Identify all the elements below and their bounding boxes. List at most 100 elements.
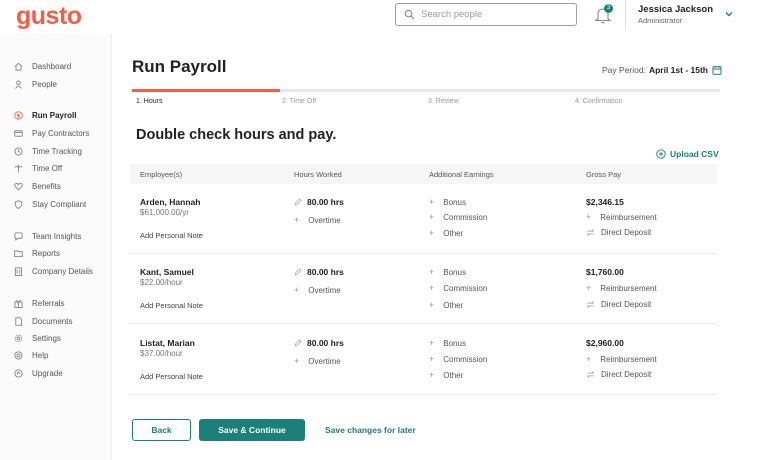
sidebar-item-reports[interactable]: Reports: [14, 246, 60, 260]
upload-csv-button[interactable]: Upload CSV: [656, 149, 719, 159]
sidebar-item-settings[interactable]: Settings: [14, 331, 61, 345]
sidebar-item-label: Dashboard: [32, 61, 72, 71]
heart-icon: [14, 182, 23, 191]
add-reimbursement[interactable]: + Reimbursement: [586, 354, 657, 364]
sidebar-item-upgrade[interactable]: Upgrade: [14, 366, 63, 380]
add-overtime-label: Overtime: [308, 285, 341, 295]
sidebar: Dashboard People $ Run Payroll Pay Contr…: [0, 34, 112, 460]
folder-icon: [14, 249, 23, 257]
chevron-down-icon[interactable]: [724, 9, 734, 19]
add-overtime[interactable]: + Overtime: [294, 285, 341, 295]
sidebar-item-time-off[interactable]: Time Off: [14, 161, 62, 175]
add-bonus[interactable]: + Bonus: [429, 338, 466, 348]
user-role: Administrator: [638, 16, 683, 25]
pay-period-value: April 1st - 15th: [648, 65, 708, 75]
step-progress-time-off: [280, 89, 426, 92]
add-reimbursement-label: Reimbursement: [600, 212, 657, 222]
payment-method[interactable]: Direct Deposit: [586, 370, 651, 379]
sidebar-item-dashboard[interactable]: Dashboard: [14, 59, 71, 73]
gusto-logo[interactable]: gusto: [16, 2, 82, 31]
add-personal-note-link[interactable]: Add Personal Note: [140, 301, 203, 310]
sidebar-item-label: Pay Contractors: [32, 128, 90, 138]
plus-icon: +: [294, 285, 300, 295]
back-button[interactable]: Back: [132, 419, 191, 441]
sidebar-item-time-tracking[interactable]: Time Tracking: [14, 144, 82, 158]
save-continue-button[interactable]: Save & Continue: [199, 419, 305, 441]
add-other[interactable]: + Other: [429, 370, 463, 380]
add-reimbursement[interactable]: + Reimbursement: [586, 283, 657, 293]
calendar-icon[interactable]: [712, 65, 722, 75]
plus-icon: +: [429, 283, 435, 293]
sidebar-item-label: Settings: [32, 333, 61, 343]
pencil-icon: [294, 268, 302, 276]
payment-method-label: Direct Deposit: [601, 300, 652, 309]
shield-icon: [14, 199, 23, 209]
user-name[interactable]: Jessica Jackson: [638, 4, 713, 15]
plus-icon: +: [586, 212, 592, 222]
sidebar-item-referrals[interactable]: Referrals: [14, 296, 64, 310]
sidebar-item-label: Run Payroll: [32, 110, 77, 120]
sidebar-item-people[interactable]: People: [14, 77, 57, 91]
sidebar-item-company-details[interactable]: Company Details: [14, 264, 93, 278]
sidebar-item-pay-contractors[interactable]: Pay Contractors: [14, 126, 89, 140]
sidebar-item-stay-compliant[interactable]: Stay Compliant: [14, 197, 86, 211]
hours-worked-field[interactable]: 80.00 hrs: [294, 197, 344, 207]
sidebar-item-label: Referrals: [32, 298, 65, 308]
add-commission-label: Commission: [443, 354, 488, 364]
add-commission[interactable]: + Commission: [429, 283, 487, 293]
plus-icon: +: [429, 354, 435, 364]
pencil-icon: [294, 339, 302, 347]
sidebar-item-label: Time Tracking: [32, 146, 82, 156]
add-bonus-label: Bonus: [443, 197, 466, 207]
payment-method[interactable]: Direct Deposit: [586, 300, 651, 309]
add-commission[interactable]: + Commission: [429, 212, 487, 222]
save-for-later-link[interactable]: Save changes for later: [325, 425, 416, 435]
plus-icon: +: [429, 197, 435, 207]
swap-icon: [587, 301, 594, 308]
add-other-label: Other: [443, 228, 464, 238]
hours-worked-field[interactable]: 80.00 hrs: [294, 267, 344, 277]
sidebar-item-label: Help: [32, 350, 49, 360]
sidebar-item-benefits[interactable]: Benefits: [14, 179, 61, 193]
add-personal-note-link[interactable]: Add Personal Note: [140, 231, 203, 240]
add-commission[interactable]: + Commission: [429, 354, 487, 364]
top-bar: gusto 3 Jessica Jackson Administrator: [0, 0, 780, 34]
hours-value: 80.00 hrs: [307, 338, 344, 348]
pay-period-label: Pay Period:: [602, 65, 646, 75]
step-hours[interactable]: 1. Hours: [136, 98, 162, 105]
add-commission-label: Commission: [443, 212, 488, 222]
add-other[interactable]: + Other: [429, 300, 463, 310]
home-icon: [14, 62, 23, 71]
search-input[interactable]: [421, 9, 571, 20]
step-time-off[interactable]: 2. Time Off: [282, 98, 316, 105]
plus-icon: +: [429, 370, 435, 380]
search-box[interactable]: [395, 3, 577, 26]
table-header: Employee(s) Hours Worked Additional Earn…: [130, 164, 717, 184]
sidebar-item-documents[interactable]: Documents: [14, 314, 72, 328]
palm-icon: [14, 163, 23, 173]
add-reimbursement[interactable]: + Reimbursement: [586, 212, 657, 222]
table-row: Listat, Marian $37.00/hour Add Personal …: [130, 325, 717, 395]
add-bonus[interactable]: + Bonus: [429, 197, 466, 207]
plus-icon: +: [586, 354, 592, 364]
step-confirmation[interactable]: 4. Confirmation: [575, 98, 622, 105]
sidebar-item-run-payroll[interactable]: $ Run Payroll: [14, 108, 76, 122]
hours-worked-field[interactable]: 80.00 hrs: [294, 338, 344, 348]
add-overtime[interactable]: + Overtime: [294, 356, 341, 366]
add-overtime[interactable]: + Overtime: [294, 215, 341, 225]
pay-period[interactable]: Pay Period: April 1st - 15th: [602, 65, 722, 75]
payment-method[interactable]: Direct Deposit: [586, 228, 651, 237]
notification-badge: 3: [604, 4, 613, 13]
sidebar-item-team-insights[interactable]: Team Insights: [14, 229, 81, 243]
add-personal-note-link[interactable]: Add Personal Note: [140, 372, 203, 381]
sidebar-item-help[interactable]: Help: [14, 348, 48, 362]
step-review[interactable]: 3. Review: [428, 98, 459, 105]
table-row: Arden, Hannah $61,000.00/yr Add Personal…: [130, 184, 717, 254]
plus-icon: +: [429, 300, 435, 310]
add-other[interactable]: + Other: [429, 228, 463, 238]
gift-icon: [14, 299, 23, 308]
upload-csv-label: Upload CSV: [670, 149, 719, 159]
add-bonus[interactable]: + Bonus: [429, 267, 466, 277]
employee-rate: $61,000.00/yr: [140, 208, 189, 217]
plus-circle-icon: [656, 149, 666, 159]
